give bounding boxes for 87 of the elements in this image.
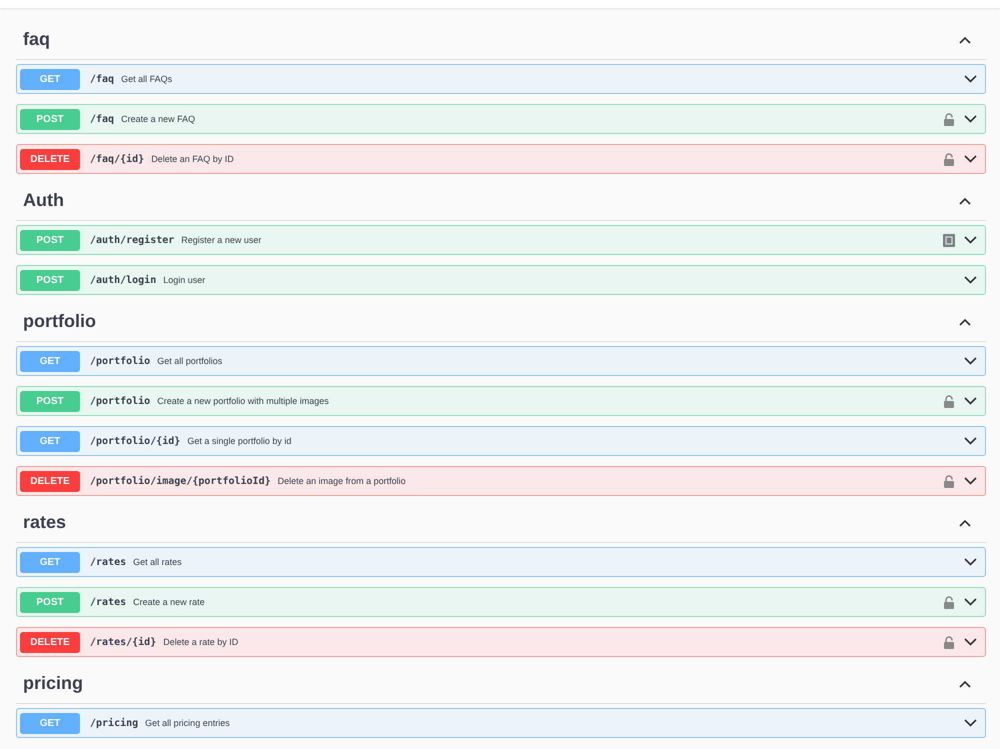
- endpoint-path: /faq: [90, 114, 114, 124]
- operation-row[interactable]: GET /portfolio/{id} Get a single portfolio by id: [16, 426, 986, 456]
- method-badge: DELETE: [20, 632, 80, 652]
- endpoint-path: /portfolio/image/{portfolioId}: [90, 476, 271, 486]
- endpoint-summary: Get all rates: [133, 557, 183, 567]
- endpoint-summary: Get all portfolios: [157, 356, 224, 366]
- endpoint-path: /portfolio: [90, 396, 150, 406]
- lock-icon[interactable]: [943, 474, 955, 488]
- chevron-down-icon[interactable]: [964, 437, 977, 445]
- chevron-down-icon[interactable]: [964, 598, 977, 606]
- endpoint-summary: Register a new user: [181, 235, 262, 245]
- chevron-down-icon[interactable]: [964, 477, 977, 485]
- operation-row[interactable]: GET /rates Get all rates: [16, 547, 986, 577]
- endpoint-path: /pricing: [90, 718, 138, 728]
- method-badge: GET: [20, 430, 80, 452]
- method-badge: DELETE: [20, 148, 80, 170]
- endpoint-summary: Delete an FAQ by ID: [151, 154, 235, 164]
- endpoint-path: /rates/{id}: [90, 636, 156, 648]
- endpoint-summary: Create a new rate: [133, 597, 206, 607]
- chevron-down-icon[interactable]: [964, 115, 977, 123]
- section-title: Auth: [23, 190, 64, 211]
- operation-row[interactable]: DELETE /rates/{id} Delete a rate by ID: [16, 627, 986, 657]
- method-badge: POST: [20, 230, 80, 250]
- chevron-up-icon[interactable]: [958, 316, 972, 326]
- endpoint-summary: Get a single portfolio by id: [187, 436, 292, 446]
- method-badge: DELETE: [20, 470, 80, 492]
- chevron-down-icon[interactable]: [964, 638, 977, 646]
- chevron-up-icon[interactable]: [958, 518, 972, 528]
- chevron-up-icon[interactable]: [958, 196, 972, 206]
- operation-row[interactable]: POST /rates Create a new rate: [16, 587, 986, 617]
- section-title: rates: [23, 512, 66, 533]
- chevron-down-icon[interactable]: [964, 155, 977, 163]
- chevron-up-icon[interactable]: [958, 678, 972, 688]
- operation-row[interactable]: GET /faq Get all FAQs: [16, 64, 986, 94]
- section-header[interactable]: pricing: [16, 661, 986, 704]
- method-badge: POST: [20, 108, 80, 130]
- section-title: portfolio: [23, 311, 96, 332]
- lock-icon[interactable]: [943, 394, 955, 408]
- endpoint-path: /faq/{id}: [90, 154, 144, 164]
- method-badge: GET: [20, 350, 80, 372]
- chevron-up-icon[interactable]: [958, 34, 972, 44]
- endpoint-path: /auth/register: [90, 234, 174, 246]
- method-badge: POST: [20, 592, 80, 612]
- chevron-down-icon[interactable]: [964, 75, 977, 83]
- method-badge: GET: [20, 68, 80, 90]
- section-title: faq: [23, 29, 50, 50]
- endpoint-path: /rates: [90, 596, 126, 608]
- section-header[interactable]: Auth: [16, 178, 986, 221]
- operation-row[interactable]: POST /auth/register Register a new user: [16, 225, 986, 255]
- endpoint-path: /rates: [90, 556, 126, 568]
- endpoint-path: /portfolio: [90, 356, 150, 366]
- endpoint-summary: Create a new FAQ: [121, 114, 196, 124]
- operation-row[interactable]: DELETE /portfolio/image/{portfolioId} Delete an image from a portfolio: [16, 466, 986, 496]
- chevron-down-icon[interactable]: [964, 397, 977, 405]
- operation-row[interactable]: GET /portfolio Get all portfolios: [16, 346, 986, 376]
- document-icon[interactable]: [943, 234, 955, 246]
- method-badge: GET: [20, 712, 80, 734]
- chevron-down-icon[interactable]: [964, 357, 977, 365]
- endpoint-path: /auth/login: [90, 274, 156, 286]
- lock-icon[interactable]: [943, 112, 955, 126]
- lock-icon[interactable]: [943, 636, 955, 648]
- operation-row[interactable]: GET /pricing Get all pricing entries: [16, 708, 986, 738]
- method-badge: GET: [20, 552, 80, 572]
- endpoint-summary: Get all FAQs: [121, 74, 174, 84]
- endpoint-summary: Create a new portfolio with multiple images: [157, 396, 330, 406]
- endpoint-path: /faq: [90, 74, 114, 84]
- method-badge: POST: [20, 390, 80, 412]
- endpoint-summary: Delete a rate by ID: [163, 637, 240, 647]
- section-header[interactable]: portfolio: [16, 299, 986, 342]
- chevron-down-icon[interactable]: [964, 558, 977, 566]
- endpoint-summary: Delete an image from a portfolio: [278, 476, 407, 486]
- lock-icon[interactable]: [943, 596, 955, 608]
- operation-row[interactable]: POST /portfolio Create a new portfolio with multiple images: [16, 386, 986, 416]
- endpoint-summary: Get all pricing entries: [145, 718, 231, 728]
- operation-row[interactable]: DELETE /faq/{id} Delete an FAQ by ID: [16, 144, 986, 174]
- chevron-down-icon[interactable]: [964, 236, 977, 244]
- chevron-down-icon[interactable]: [964, 719, 977, 727]
- endpoint-path: /portfolio/{id}: [90, 436, 180, 446]
- section-header[interactable]: rates: [16, 500, 986, 543]
- chevron-down-icon[interactable]: [964, 276, 977, 284]
- lock-icon[interactable]: [943, 152, 955, 166]
- section-title: pricing: [23, 673, 84, 694]
- endpoint-summary: Login user: [163, 275, 206, 285]
- operation-row[interactable]: POST /faq Create a new FAQ: [16, 104, 986, 134]
- section-header[interactable]: faq: [16, 17, 986, 60]
- method-badge: POST: [20, 270, 80, 290]
- operation-row[interactable]: POST /auth/login Login user: [16, 265, 986, 295]
